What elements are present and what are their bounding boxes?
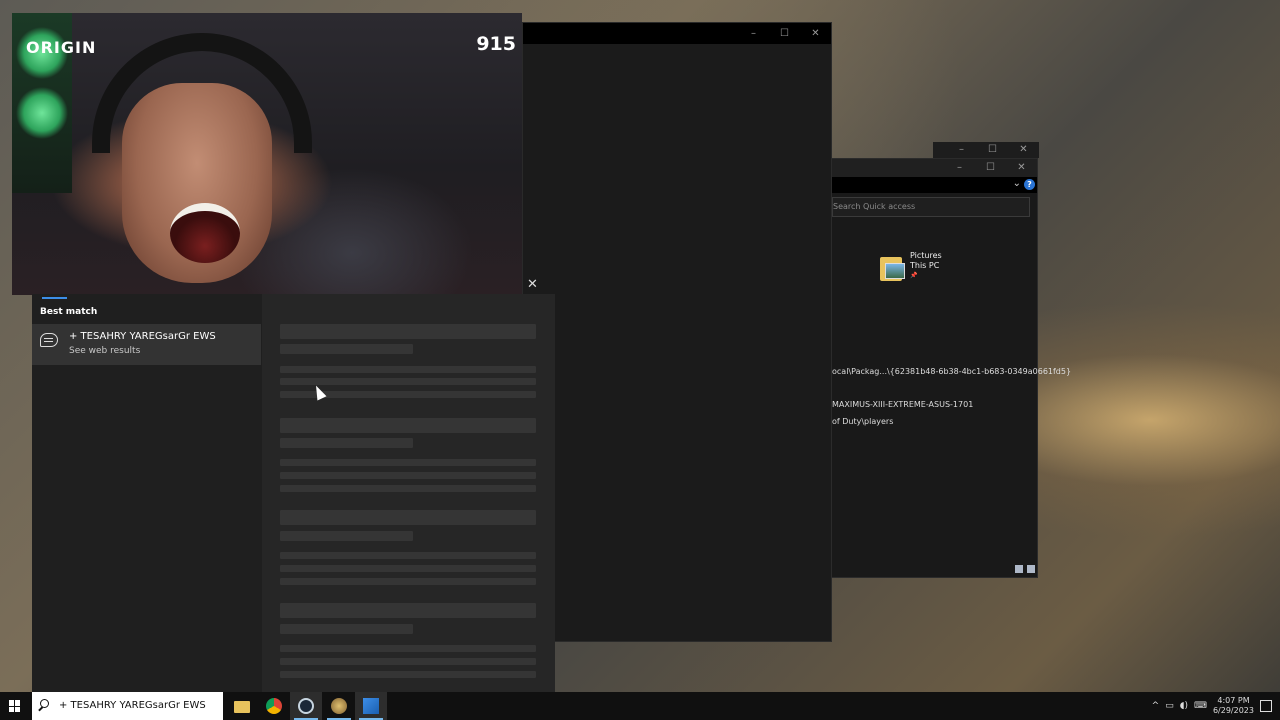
notification-icon[interactable] [1260, 700, 1272, 712]
search-quick-access-input[interactable]: Search Quick access [832, 197, 1030, 217]
taskbar-file-explorer[interactable] [226, 692, 258, 720]
explorer-ribbon: ⌄ ? [832, 177, 1037, 193]
view-toggle [1015, 565, 1035, 573]
taskbar-chrome[interactable] [258, 692, 290, 720]
keyboard-icon[interactable]: ⌨ [1194, 701, 1207, 711]
taskbar: + TESAHRY YAREGsarGr EWS ^ ▭ ◖) ⌨ 4:07 P… [0, 692, 1280, 720]
window-controls: – ☐ ✕ [738, 23, 831, 44]
webcam-overlay: ORIGIN 915 [12, 13, 522, 295]
chevron-down-icon[interactable]: ⌄ [1013, 178, 1021, 189]
recent-path-2[interactable]: MAXIMUS-XIII-EXTREME-ASUS-1701 [832, 400, 973, 409]
skeleton-bar [280, 565, 536, 572]
streamer-mouth [170, 203, 240, 263]
maximize-icon[interactable]: ☐ [769, 23, 800, 44]
best-match-heading: Best match [40, 307, 98, 317]
skeleton-bar [280, 658, 536, 665]
recent-path-3[interactable]: of Duty\players [832, 417, 893, 426]
search-preview-pane [262, 294, 555, 692]
chevron-up-icon[interactable]: ^ [1152, 701, 1160, 711]
minimize-icon[interactable]: – [944, 159, 975, 177]
skeleton-bar [280, 603, 536, 618]
skeleton-bar [280, 552, 536, 559]
steam-icon [298, 698, 314, 714]
taskbar-game[interactable] [323, 692, 355, 720]
taskbar-search-text: + TESAHRY YAREGsarGr EWS [59, 700, 206, 711]
details-view-icon[interactable] [1015, 565, 1023, 573]
maximize-icon[interactable]: ☐ [977, 142, 1008, 158]
search-results-list: Best match + TESAHRY YAREGsarGr EWS See … [32, 294, 262, 692]
stream-counter: 915 [476, 33, 516, 55]
user-app-icon [363, 698, 379, 714]
best-match-result[interactable]: + TESAHRY YAREGsarGr EWS See web results [32, 324, 261, 365]
help-icon[interactable]: ? [1024, 179, 1035, 190]
folder-icon [234, 701, 250, 713]
chrome-icon [266, 698, 282, 714]
skeleton-bar [280, 485, 536, 492]
minimize-icon[interactable]: – [946, 142, 977, 158]
close-icon[interactable]: ✕ [527, 277, 538, 292]
taskbar-active-app[interactable] [355, 692, 387, 720]
close-icon[interactable]: ✕ [1008, 142, 1039, 158]
chat-bubble-icon [40, 333, 58, 347]
skeleton-bar [280, 531, 413, 541]
window-controls: – ☐ ✕ [946, 142, 1039, 158]
search-icon [40, 699, 49, 708]
skeleton-bar [280, 344, 413, 354]
network-icon[interactable]: ▭ [1165, 701, 1174, 711]
volume-icon[interactable]: ◖) [1180, 701, 1188, 711]
skeleton-bar [280, 459, 536, 466]
skeleton-bar [280, 578, 536, 585]
clock[interactable]: 4:07 PM 6/29/2023 [1213, 696, 1254, 716]
explorer-titlebar[interactable]: – ☐ ✕ [832, 159, 1037, 177]
recent-path-1[interactable]: ocal\Packag...\{62381b48-6b38-4bc1-b683-… [832, 367, 1071, 376]
large-icons-view-icon[interactable] [1027, 565, 1035, 573]
result-title: + TESAHRY YAREGsarGr EWS [69, 331, 216, 342]
pictures-folder-label[interactable]: Pictures This PC 📌 [910, 251, 942, 281]
skeleton-bar [280, 510, 536, 525]
file-explorer-window: – ☐ ✕ ⌄ ? Search Quick access Pictures T… [831, 158, 1071, 578]
close-icon[interactable]: ✕ [1006, 159, 1037, 177]
loading-indicator [42, 297, 67, 299]
taskbar-search-box[interactable]: + TESAHRY YAREGsarGr EWS [32, 692, 223, 720]
stream-logo: ORIGIN [26, 38, 97, 57]
skeleton-bar [280, 671, 536, 678]
skeleton-bar [280, 418, 536, 433]
windows-start-icon[interactable] [9, 700, 21, 712]
skeleton-bar [280, 366, 536, 373]
pictures-folder-icon[interactable] [880, 253, 905, 281]
background-window: – ☐ ✕ [522, 22, 832, 642]
pin-icon: 📌 [910, 272, 918, 279]
skeleton-bar [280, 472, 536, 479]
skeleton-bar [280, 324, 536, 339]
window-titlebar[interactable]: – ☐ ✕ [523, 23, 831, 44]
system-tray: ^ ▭ ◖) ⌨ 4:07 PM 6/29/2023 [1152, 692, 1272, 720]
window-controls: – ☐ ✕ [944, 159, 1037, 177]
skeleton-bar [280, 438, 413, 448]
search-panel: Best match + TESAHRY YAREGsarGr EWS See … [32, 277, 555, 692]
minimize-icon[interactable]: – [738, 23, 769, 44]
skeleton-bar [280, 624, 413, 634]
game-icon [331, 698, 347, 714]
skeleton-bar [280, 645, 536, 652]
close-icon[interactable]: ✕ [800, 23, 831, 44]
taskbar-steam[interactable] [290, 692, 322, 720]
explorer-window-back: – ☐ ✕ [933, 142, 1039, 158]
maximize-icon[interactable]: ☐ [975, 159, 1006, 177]
result-subtitle: See web results [69, 346, 141, 356]
